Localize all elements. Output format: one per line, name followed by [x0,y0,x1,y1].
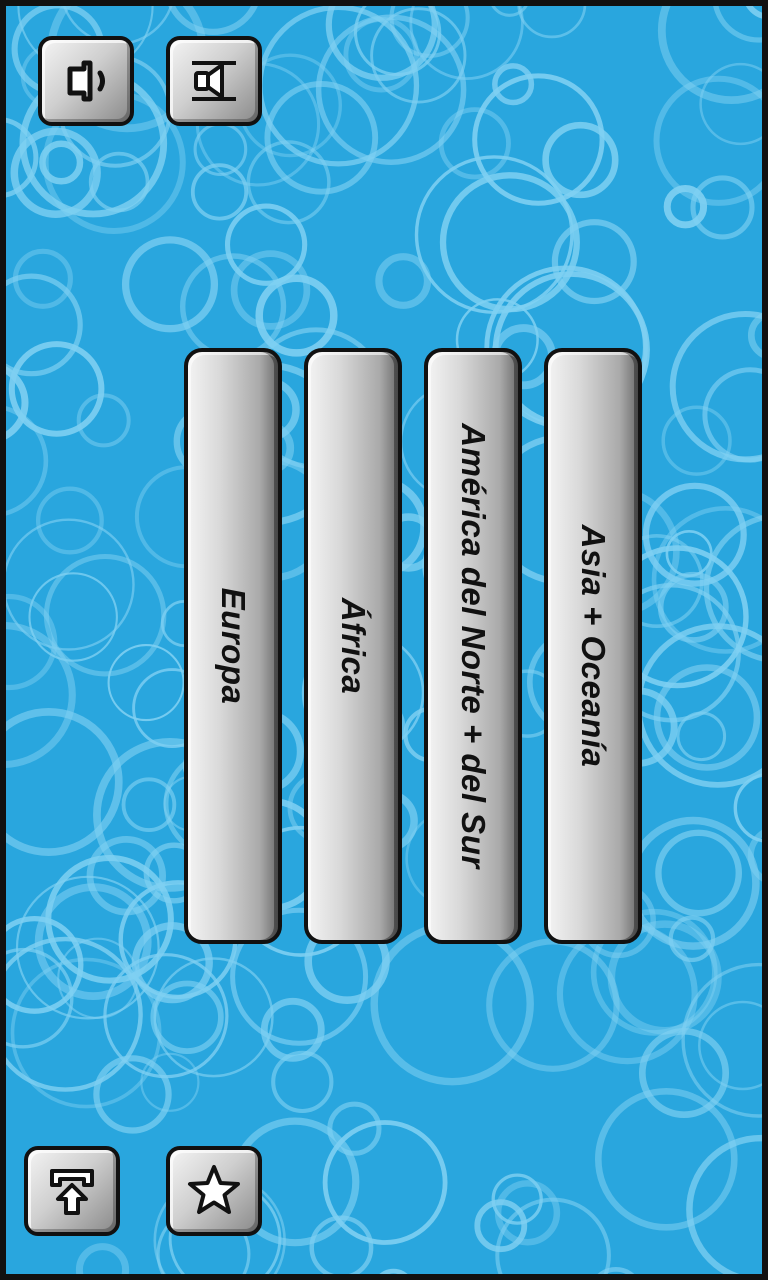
region-button-asia[interactable]: Asia + Oceanía [544,348,642,944]
bubble-ring [655,829,742,917]
bubble-ring [703,515,762,662]
bubble-ring [379,1268,408,1274]
app-screen: Europa África América del Norte + del Su… [0,0,768,1280]
bubble-ring [375,253,432,309]
region-label-asia: Asia + Oceanía [575,524,612,768]
bubble-ring [699,62,762,146]
sound-waves-icon [192,61,236,101]
exit-button[interactable] [24,1146,120,1236]
exit-arrow-icon [50,1169,94,1215]
bubble-ring [492,63,535,106]
bubble-ring [121,236,219,333]
speaker-icon [67,60,105,102]
bubble-ring [370,922,534,1086]
bubble-ring [43,553,167,677]
bubble-ring [486,938,620,1072]
bubble-ring [260,997,325,1062]
bubble-ring [698,1000,762,1091]
region-label-europe: Europa [215,587,252,705]
region-label-africa: África [335,597,372,695]
sound-waves-button[interactable] [166,36,262,126]
bubble-ring [28,572,118,662]
bubble-ring [702,367,762,463]
bubble-ring [75,1243,130,1274]
favorites-button[interactable] [166,1146,262,1236]
bubble-ring [517,6,587,39]
speaker-button[interactable] [38,36,134,126]
region-label-america: América del Norte + del Sur [455,423,492,869]
bubble-ring [271,1050,334,1114]
bubble-ring [686,1134,762,1274]
region-button-africa[interactable]: África [304,348,402,944]
star-icon [188,1165,240,1214]
bubble-ring [745,6,762,19]
bubble-ring [597,1267,635,1274]
bubble-ring [494,1180,561,1246]
bubble-ring [6,622,76,768]
bubble-ring [747,312,762,358]
bubble-ring [93,1055,172,1134]
bubble-ring [168,6,258,36]
region-button-europe[interactable]: Europa [184,348,282,944]
region-button-america[interactable]: América del Norte + del Sur [424,348,522,944]
